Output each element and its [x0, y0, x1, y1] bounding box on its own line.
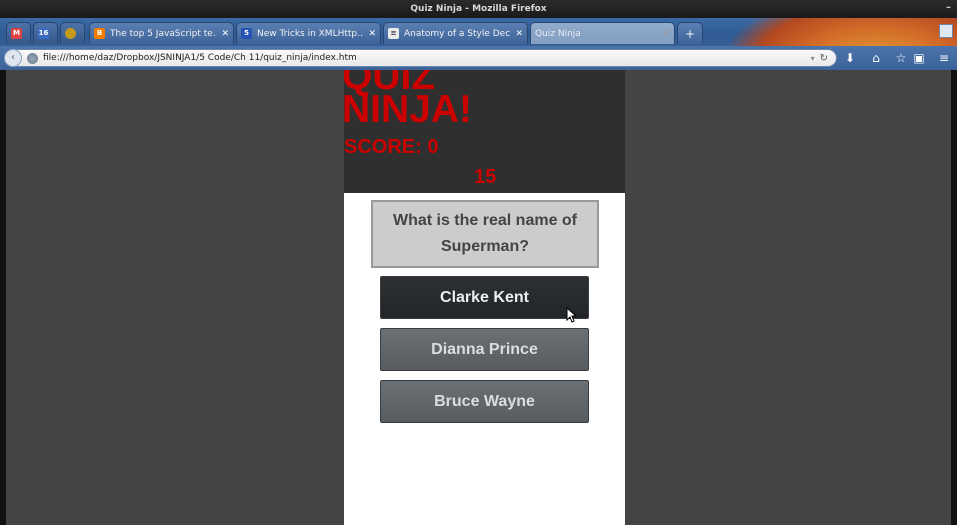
quiz-logo: QUIZ NINJA! — [344, 70, 512, 131]
url-text[interactable]: file:///home/daz/Dropbox/JSNINJA1/5 Code… — [43, 53, 811, 63]
mouse-pointer-icon — [566, 307, 578, 323]
reload-icon[interactable]: ↻ — [820, 53, 828, 64]
window-titlebar: Quiz Ninja - Mozilla Firefox – — [0, 0, 957, 18]
tab-label: Quiz Ninja — [535, 28, 581, 39]
back-icon[interactable]: ‹ — [4, 49, 22, 67]
score-display: SCORE: 0 — [344, 136, 439, 158]
answer-button-dianna-prince[interactable]: Dianna Prince — [380, 328, 589, 371]
tab-pinned-calendar[interactable]: 16 — [33, 22, 58, 44]
tab-pinned-extension[interactable] — [60, 22, 85, 44]
theme-background — [720, 18, 957, 46]
logo-text: QUIZ NINJA! — [344, 70, 473, 131]
new-tab-button[interactable]: + — [677, 22, 703, 44]
calendar-icon: 16 — [38, 28, 49, 39]
menu-icon[interactable]: ≡ — [936, 50, 952, 66]
tab-label: Anatomy of a Style Dec… — [404, 28, 512, 39]
answer-button-bruce-wayne[interactable]: Bruce Wayne — [380, 380, 589, 423]
tab-label: New Tricks in XMLHttp… — [257, 28, 365, 39]
window-title: Quiz Ninja - Mozilla Firefox — [410, 4, 547, 14]
question-text: What is the real name of Superman? — [371, 200, 599, 268]
plus-icon: + — [684, 26, 696, 41]
tab-quiz-ninja[interactable]: Quiz Ninja ✕ — [530, 22, 675, 44]
page-viewport: QUIZ NINJA! SCORE: 0 15 What is the real… — [6, 70, 951, 525]
tab-strip: M 16 B The top 5 JavaScript te… ✕ 5 New … — [0, 18, 957, 46]
html5-icon: 5 — [241, 28, 252, 39]
tab-pinned-gmail[interactable]: M — [6, 22, 31, 44]
gmail-icon: M — [11, 28, 22, 39]
bookmark-star-icon[interactable]: ☆ — [893, 50, 909, 66]
url-bar[interactable]: ‹ file:///home/daz/Dropbox/JSNINJA1/5 Co… — [4, 49, 837, 67]
tab-xmlhttp[interactable]: 5 New Tricks in XMLHttp… ✕ — [236, 22, 381, 44]
sitepoint-icon: ≡ — [388, 28, 399, 39]
tab-javascript[interactable]: B The top 5 JavaScript te… ✕ — [89, 22, 234, 44]
navigation-toolbar: ‹ file:///home/daz/Dropbox/JSNINJA1/5 Co… — [0, 46, 957, 70]
tab-groups-icon[interactable] — [939, 24, 953, 38]
download-icon[interactable]: ⬇ — [842, 50, 858, 66]
quiz-container: QUIZ NINJA! SCORE: 0 15 What is the real… — [344, 70, 625, 525]
tab-style-declaration[interactable]: ≡ Anatomy of a Style Dec… ✕ — [383, 22, 528, 44]
clipboard-icon[interactable]: ▣ — [911, 50, 927, 66]
close-tab-icon[interactable]: ✕ — [662, 29, 670, 39]
timer-display: 15 — [474, 166, 497, 188]
close-tab-icon[interactable]: ✕ — [221, 29, 229, 39]
close-tab-icon[interactable]: ✕ — [515, 29, 523, 39]
chevron-down-icon[interactable]: ▾ — [811, 54, 815, 63]
tab-label: The top 5 JavaScript te… — [110, 28, 218, 39]
answer-button-clarke-kent[interactable]: Clarke Kent — [380, 276, 589, 319]
home-icon[interactable]: ⌂ — [868, 50, 884, 66]
minimize-button[interactable]: – — [946, 2, 951, 13]
close-tab-icon[interactable]: ✕ — [368, 29, 376, 39]
globe-icon — [27, 52, 38, 64]
quiz-header: QUIZ NINJA! SCORE: 0 15 — [344, 70, 625, 193]
extension-icon — [65, 28, 76, 39]
blogger-icon: B — [94, 28, 105, 39]
